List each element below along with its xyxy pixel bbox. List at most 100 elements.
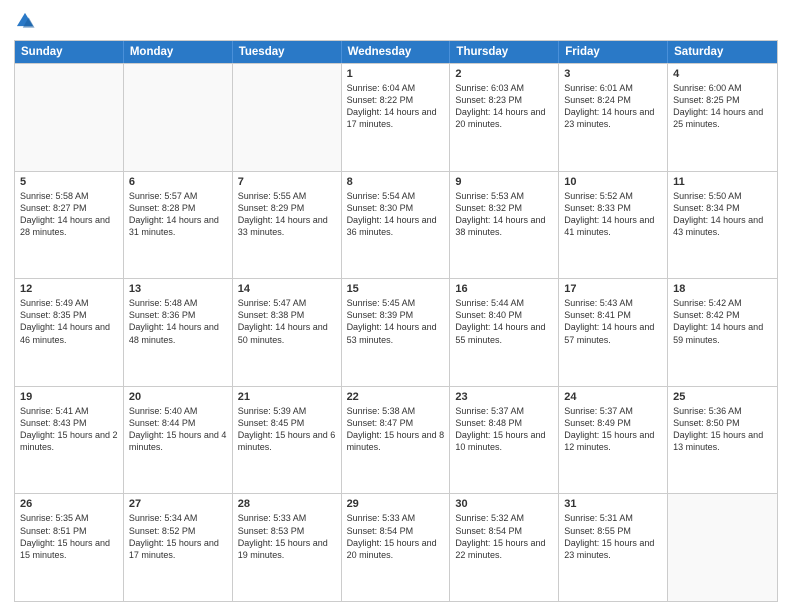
logo-icon	[14, 10, 36, 32]
cal-cell-empty	[668, 494, 777, 601]
cal-cell-empty	[233, 64, 342, 171]
cell-text: Sunrise: 5:48 AM Sunset: 8:36 PM Dayligh…	[129, 297, 227, 346]
cell-text: Sunrise: 5:43 AM Sunset: 8:41 PM Dayligh…	[564, 297, 662, 346]
cal-cell: 11Sunrise: 5:50 AM Sunset: 8:34 PM Dayli…	[668, 172, 777, 279]
cal-cell: 19 Sunrise: 5:41 AM Sunset: 8:43 PM Dayli…	[15, 387, 124, 494]
cell-text: Sunrise: 5:33 AM Sunset: 8:54 PM Dayligh…	[347, 512, 445, 561]
day-number: 14	[238, 283, 336, 295]
cal-cell: 12Sunrise: 5:49 AM Sunset: 8:35 PM Dayli…	[15, 279, 124, 386]
cell-text: Sunrise: 6:01 AM Sunset: 8:24 PM Dayligh…	[564, 82, 662, 131]
cell-text: Sunrise: 6:00 AM Sunset: 8:25 PM Dayligh…	[673, 82, 772, 131]
day-number: 26	[20, 498, 118, 510]
cal-cell: 3Sunrise: 6:01 AM Sunset: 8:24 PM Daylig…	[559, 64, 668, 171]
cal-cell: 15Sunrise: 5:45 AM Sunset: 8:39 PM Dayli…	[342, 279, 451, 386]
cal-cell: 6Sunrise: 5:57 AM Sunset: 8:28 PM Daylig…	[124, 172, 233, 279]
day-number: 30	[455, 498, 553, 510]
cell-text: Sunrise: 5:34 AM Sunset: 8:52 PM Dayligh…	[129, 512, 227, 561]
cal-cell: 28 Sunrise: 5:33 AM Sunset: 8:53 PM Dayli…	[233, 494, 342, 601]
cell-text: Sunrise: 5:33 AM Sunset: 8:53 PM Dayligh…	[238, 512, 336, 561]
day-number: 1	[347, 68, 445, 80]
cal-cell: 25 Sunrise: 5:36 AM Sunset: 8:50 PM Dayli…	[668, 387, 777, 494]
cal-cell: 9 Sunrise: 5:53 AM Sunset: 8:32 PM Daylig…	[450, 172, 559, 279]
cal-row: 26 Sunrise: 5:35 AM Sunset: 8:51 PM Dayli…	[15, 493, 777, 601]
day-number: 28	[238, 498, 336, 510]
cal-cell: 26 Sunrise: 5:35 AM Sunset: 8:51 PM Dayli…	[15, 494, 124, 601]
day-number: 17	[564, 283, 662, 295]
cell-text: Sunrise: 5:55 AM Sunset: 8:29 PM Dayligh…	[238, 190, 336, 239]
day-number: 7	[238, 176, 336, 188]
cal-cell: 31Sunrise: 5:31 AM Sunset: 8:55 PM Dayli…	[559, 494, 668, 601]
day-number: 25	[673, 391, 772, 403]
cell-text: Sunrise: 5:37 AM Sunset: 8:49 PM Dayligh…	[564, 405, 662, 454]
cell-text: Sunrise: 5:42 AM Sunset: 8:42 PM Dayligh…	[673, 297, 772, 346]
day-number: 10	[564, 176, 662, 188]
cell-text: Sunrise: 5:44 AM Sunset: 8:40 PM Dayligh…	[455, 297, 553, 346]
day-number: 2	[455, 68, 553, 80]
day-number: 4	[673, 68, 772, 80]
cal-row: 19 Sunrise: 5:41 AM Sunset: 8:43 PM Dayli…	[15, 386, 777, 494]
calendar-header: SundayMondayTuesdayWednesdayThursdayFrid…	[15, 41, 777, 63]
cal-cell: 22Sunrise: 5:38 AM Sunset: 8:47 PM Dayli…	[342, 387, 451, 494]
cell-text: Sunrise: 5:53 AM Sunset: 8:32 PM Dayligh…	[455, 190, 553, 239]
cal-cell: 23 Sunrise: 5:37 AM Sunset: 8:48 PM Dayli…	[450, 387, 559, 494]
cell-text: Sunrise: 5:32 AM Sunset: 8:54 PM Dayligh…	[455, 512, 553, 561]
cell-text: Sunrise: 5:47 AM Sunset: 8:38 PM Dayligh…	[238, 297, 336, 346]
cal-row: 1 Sunrise: 6:04 AM Sunset: 8:22 PM Daylig…	[15, 63, 777, 171]
day-number: 16	[455, 283, 553, 295]
day-number: 9	[455, 176, 553, 188]
cal-header-day: Friday	[559, 41, 668, 63]
cal-cell: 18 Sunrise: 5:42 AM Sunset: 8:42 PM Dayli…	[668, 279, 777, 386]
logo	[14, 10, 40, 32]
cal-header-day: Tuesday	[233, 41, 342, 63]
cal-cell: 10 Sunrise: 5:52 AM Sunset: 8:33 PM Dayli…	[559, 172, 668, 279]
calendar-body: 1 Sunrise: 6:04 AM Sunset: 8:22 PM Daylig…	[15, 63, 777, 601]
day-number: 24	[564, 391, 662, 403]
cal-row: 12Sunrise: 5:49 AM Sunset: 8:35 PM Dayli…	[15, 278, 777, 386]
cal-cell: 30 Sunrise: 5:32 AM Sunset: 8:54 PM Dayli…	[450, 494, 559, 601]
cell-text: Sunrise: 5:54 AM Sunset: 8:30 PM Dayligh…	[347, 190, 445, 239]
cell-text: Sunrise: 5:36 AM Sunset: 8:50 PM Dayligh…	[673, 405, 772, 454]
day-number: 19	[20, 391, 118, 403]
cal-header-day: Monday	[124, 41, 233, 63]
cell-text: Sunrise: 6:03 AM Sunset: 8:23 PM Dayligh…	[455, 82, 553, 131]
cell-text: Sunrise: 6:04 AM Sunset: 8:22 PM Dayligh…	[347, 82, 445, 131]
cal-cell: 21 Sunrise: 5:39 AM Sunset: 8:45 PM Dayli…	[233, 387, 342, 494]
cal-cell: 13 Sunrise: 5:48 AM Sunset: 8:36 PM Dayli…	[124, 279, 233, 386]
page: SundayMondayTuesdayWednesdayThursdayFrid…	[0, 0, 792, 612]
day-number: 23	[455, 391, 553, 403]
day-number: 18	[673, 283, 772, 295]
day-number: 15	[347, 283, 445, 295]
day-number: 13	[129, 283, 227, 295]
cell-text: Sunrise: 5:38 AM Sunset: 8:47 PM Dayligh…	[347, 405, 445, 454]
cal-header-day: Thursday	[450, 41, 559, 63]
day-number: 31	[564, 498, 662, 510]
header	[14, 10, 778, 32]
cell-text: Sunrise: 5:35 AM Sunset: 8:51 PM Dayligh…	[20, 512, 118, 561]
cal-header-day: Sunday	[15, 41, 124, 63]
cal-cell: 8 Sunrise: 5:54 AM Sunset: 8:30 PM Daylig…	[342, 172, 451, 279]
cell-text: Sunrise: 5:49 AM Sunset: 8:35 PM Dayligh…	[20, 297, 118, 346]
day-number: 6	[129, 176, 227, 188]
cell-text: Sunrise: 5:50 AM Sunset: 8:34 PM Dayligh…	[673, 190, 772, 239]
day-number: 8	[347, 176, 445, 188]
cell-text: Sunrise: 5:41 AM Sunset: 8:43 PM Dayligh…	[20, 405, 118, 454]
day-number: 20	[129, 391, 227, 403]
cell-text: Sunrise: 5:40 AM Sunset: 8:44 PM Dayligh…	[129, 405, 227, 454]
cal-cell: 14 Sunrise: 5:47 AM Sunset: 8:38 PM Dayli…	[233, 279, 342, 386]
cal-cell: 2 Sunrise: 6:03 AM Sunset: 8:23 PM Daylig…	[450, 64, 559, 171]
cell-text: Sunrise: 5:39 AM Sunset: 8:45 PM Dayligh…	[238, 405, 336, 454]
cal-cell: 27 Sunrise: 5:34 AM Sunset: 8:52 PM Dayli…	[124, 494, 233, 601]
cal-cell: 7 Sunrise: 5:55 AM Sunset: 8:29 PM Daylig…	[233, 172, 342, 279]
cal-cell: 24 Sunrise: 5:37 AM Sunset: 8:49 PM Dayli…	[559, 387, 668, 494]
cal-cell: 4 Sunrise: 6:00 AM Sunset: 8:25 PM Daylig…	[668, 64, 777, 171]
cal-cell: 1 Sunrise: 6:04 AM Sunset: 8:22 PM Daylig…	[342, 64, 451, 171]
cell-text: Sunrise: 5:37 AM Sunset: 8:48 PM Dayligh…	[455, 405, 553, 454]
day-number: 21	[238, 391, 336, 403]
cal-cell: 5 Sunrise: 5:58 AM Sunset: 8:27 PM Daylig…	[15, 172, 124, 279]
cal-header-day: Wednesday	[342, 41, 451, 63]
day-number: 5	[20, 176, 118, 188]
cal-cell: 20 Sunrise: 5:40 AM Sunset: 8:44 PM Dayli…	[124, 387, 233, 494]
day-number: 27	[129, 498, 227, 510]
cell-text: Sunrise: 5:52 AM Sunset: 8:33 PM Dayligh…	[564, 190, 662, 239]
cell-text: Sunrise: 5:58 AM Sunset: 8:27 PM Dayligh…	[20, 190, 118, 239]
